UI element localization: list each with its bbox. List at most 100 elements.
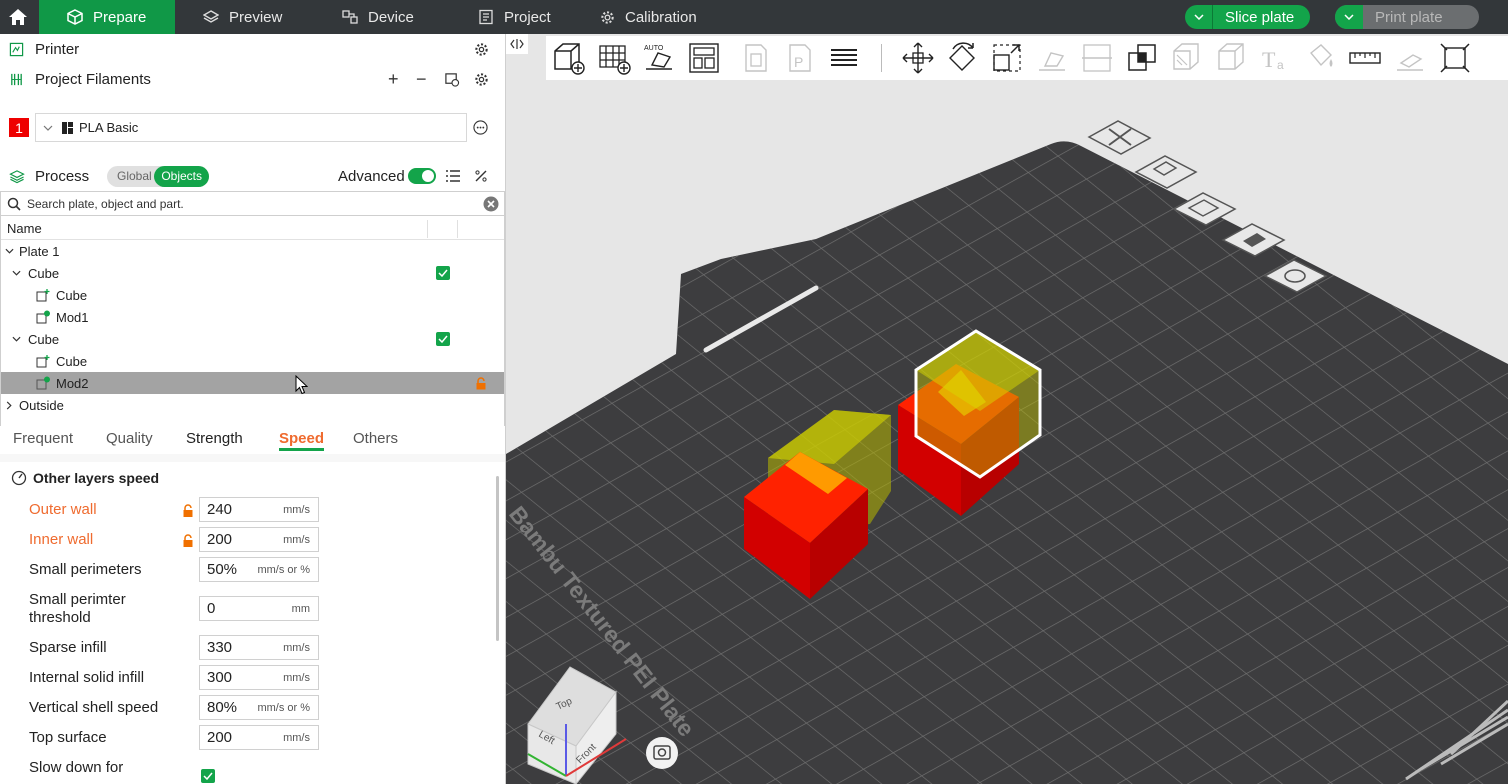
tab-others[interactable]: Others	[353, 430, 398, 447]
slice-plate-button[interactable]: Slice plate	[1213, 5, 1310, 29]
scope-global[interactable]: Global	[107, 169, 154, 183]
boolean-button[interactable]	[1124, 40, 1160, 76]
camera-view-button[interactable]	[646, 737, 678, 769]
tree-row-modifier[interactable]: Mod1	[1, 306, 504, 328]
tab-device[interactable]: Device	[342, 0, 414, 34]
text-button[interactable]: Ta	[1258, 40, 1294, 76]
collapse-sidebar-button[interactable]	[506, 34, 528, 54]
cut-button[interactable]	[1079, 40, 1115, 76]
object-tree: Name Plate 1 Cube Cube Mod1 Cube Cube Mo…	[0, 216, 505, 426]
add-filament-button[interactable]: +	[388, 69, 399, 90]
add-plate-button[interactable]	[596, 40, 632, 76]
tree-label: Cube	[28, 331, 60, 347]
print-dropdown-button[interactable]	[1335, 5, 1363, 29]
list-icon[interactable]	[446, 170, 460, 182]
visible-checkbox[interactable]	[436, 332, 450, 346]
small-perimeter-threshold-input[interactable]: 0 mm	[199, 596, 319, 621]
layers-icon	[203, 10, 219, 23]
arrange-button[interactable]	[686, 40, 722, 76]
filament-name: PLA Basic	[79, 120, 139, 135]
scale-button[interactable]	[989, 40, 1025, 76]
sync-filament-icon[interactable]	[444, 72, 460, 87]
sparse-infill-input[interactable]: 330 mm/s	[199, 635, 319, 660]
filament-select[interactable]: PLA Basic	[35, 113, 467, 142]
lock-icon[interactable]	[475, 376, 487, 390]
measure-button[interactable]	[1347, 40, 1383, 76]
assemble-button[interactable]	[1392, 40, 1428, 76]
split-parts-button[interactable]: P	[782, 40, 818, 76]
slow-down-checkbox[interactable]	[201, 769, 215, 783]
layers-editing-button[interactable]	[826, 40, 862, 76]
scope-objects[interactable]: Objects	[154, 165, 209, 187]
visible-checkbox[interactable]	[436, 266, 450, 280]
split-objects-button[interactable]	[738, 40, 774, 76]
tree-row-object[interactable]: Cube	[1, 262, 504, 284]
gear-icon	[601, 10, 614, 24]
rotate-button[interactable]	[944, 40, 980, 76]
param-label: Vertical shell speed	[29, 699, 159, 716]
fit-view-button[interactable]	[1437, 40, 1473, 76]
unlock-icon[interactable]	[182, 534, 194, 548]
slice-dropdown-button[interactable]	[1185, 5, 1213, 29]
slice-plate-group: Slice plate	[1185, 5, 1311, 29]
top-surface-input[interactable]: 200 mm/s	[199, 725, 319, 750]
tab-calibration[interactable]: Calibration	[600, 0, 697, 34]
tree-label: Plate 1	[19, 243, 60, 259]
plate-close-button[interactable]	[1087, 120, 1152, 155]
process-scope-toggle[interactable]: Global Objects	[107, 165, 209, 187]
tab-frequent[interactable]: Frequent	[13, 430, 73, 447]
tab-preview[interactable]: Preview	[203, 0, 282, 34]
outer-wall-input[interactable]: 240 mm/s	[199, 497, 319, 522]
inner-wall-input[interactable]: 200 mm/s	[199, 527, 319, 552]
move-button[interactable]	[900, 40, 936, 76]
layers-editing-icon	[831, 49, 857, 66]
advanced-toggle[interactable]	[408, 168, 436, 184]
tree-row-outside[interactable]: Outside	[1, 394, 504, 416]
gear-icon[interactable]	[474, 42, 489, 57]
vertical-shell-speed-input[interactable]: 80% mm/s or %	[199, 695, 319, 720]
tab-prepare[interactable]: Prepare	[39, 0, 175, 34]
unlock-icon[interactable]	[182, 504, 194, 518]
tree-row-plate[interactable]: Plate 1	[1, 240, 504, 262]
3d-viewport[interactable]: Bambu Textured PEI Plate Top Left Front	[506, 34, 1508, 784]
home-button[interactable]	[0, 0, 36, 34]
advanced-label: Advanced	[338, 167, 405, 185]
part-icon	[36, 354, 50, 367]
filament-icon	[11, 73, 22, 85]
ruler-icon	[1349, 52, 1381, 64]
section-title: Other layers speed	[33, 470, 160, 486]
tab-quality[interactable]: Quality	[106, 430, 153, 447]
tab-speed[interactable]: Speed	[279, 430, 325, 451]
auto-orient-icon: AUTO	[644, 45, 672, 70]
seam-painting-button[interactable]	[1214, 40, 1250, 76]
percent-icon[interactable]	[474, 169, 488, 183]
document-icon	[479, 9, 493, 25]
print-plate-button[interactable]: Print plate	[1363, 5, 1479, 29]
lay-on-face-button[interactable]	[1034, 40, 1070, 76]
tree-row-part[interactable]: Cube	[1, 350, 504, 372]
tree-row-part[interactable]: Cube	[1, 284, 504, 306]
color-painting-button[interactable]	[1302, 40, 1338, 76]
remove-filament-button[interactable]: −	[416, 69, 427, 90]
tab-project[interactable]: Project	[478, 0, 551, 34]
tree-label: Cube	[28, 265, 60, 281]
tree-row-modifier-selected[interactable]: Mod2	[1, 372, 504, 395]
internal-solid-infill-input[interactable]: 300 mm/s	[199, 665, 319, 690]
tree-row-object[interactable]: Cube	[1, 328, 504, 350]
small-perimeters-input[interactable]: 50% mm/s or %	[199, 557, 319, 582]
more-options-icon[interactable]	[473, 120, 488, 135]
tree-label: Outside	[19, 397, 64, 413]
gear-icon[interactable]	[474, 72, 489, 87]
support-painting-button[interactable]	[1169, 40, 1205, 76]
printer-row[interactable]: Printer	[0, 38, 505, 60]
panel-divider[interactable]	[505, 34, 506, 784]
param-label: Outer wall	[29, 501, 97, 518]
clear-search-icon[interactable]	[483, 196, 499, 212]
tab-strength[interactable]: Strength	[186, 430, 243, 447]
mouse-cursor-icon	[295, 375, 308, 395]
lay-on-face-icon	[1039, 52, 1065, 71]
search-field[interactable]: Search plate, object and part.	[0, 191, 505, 216]
add-object-button[interactable]	[550, 40, 586, 76]
scrollbar[interactable]	[496, 476, 499, 641]
auto-orient-button[interactable]: AUTO	[641, 40, 677, 76]
